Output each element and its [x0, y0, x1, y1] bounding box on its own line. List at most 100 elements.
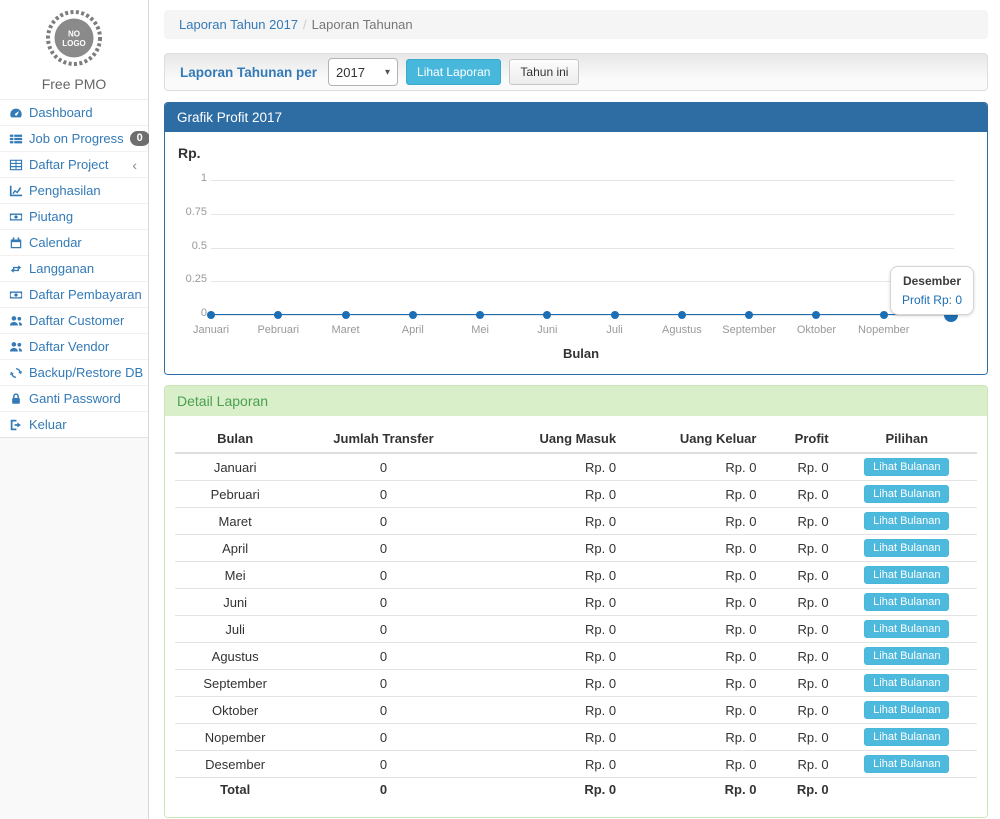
data-point-juli[interactable] [611, 311, 619, 319]
table-total-row: Total0Rp. 0Rp. 0Rp. 0 [175, 778, 977, 802]
table-cell: Rp. 0 [764, 643, 836, 670]
table-cell: Rp. 0 [472, 778, 624, 802]
refresh-icon [8, 365, 23, 380]
data-point-agustus[interactable] [678, 311, 686, 319]
column-header-profit: Profit [764, 425, 836, 453]
table-header-row: BulanJumlah TransferUang MasukUang Kelua… [175, 425, 977, 453]
sidebar-item-daftar-pembayaran[interactable]: Daftar Pembayaran [0, 282, 148, 308]
sidebar-item-calendar[interactable]: Calendar [0, 230, 148, 256]
data-point-oktober[interactable] [812, 311, 820, 319]
table-cell: Rp. 0 [472, 481, 624, 508]
table-cell: Rp. 0 [472, 562, 624, 589]
sidebar-item-keluar[interactable]: Keluar [0, 412, 148, 437]
table-cell: Rp. 0 [624, 589, 764, 616]
table-cell: Juni [175, 589, 295, 616]
lihat-bulanan-button[interactable]: Lihat Bulanan [864, 458, 949, 476]
table-cell: Rp. 0 [624, 562, 764, 589]
data-point-pebruari[interactable] [274, 311, 282, 319]
chart-tooltip-value: Profit Rp: 0 [902, 291, 962, 309]
lihat-bulanan-button[interactable]: Lihat Bulanan [864, 485, 949, 503]
y-axis-tick: 0.25 [165, 273, 207, 285]
table-cell: 0 [295, 453, 471, 481]
year-select-value: 2017 [336, 65, 365, 80]
sidebar-item-ganti-password[interactable]: Ganti Password [0, 386, 148, 412]
lihat-bulanan-button[interactable]: Lihat Bulanan [864, 512, 949, 530]
table-cell: Rp. 0 [624, 751, 764, 778]
breadcrumb-link-laporan-tahun[interactable]: Laporan Tahun 2017 [179, 17, 298, 32]
table-cell: Rp. 0 [472, 589, 624, 616]
table-row-maret: Maret0Rp. 0Rp. 0Rp. 0Lihat Bulanan [175, 508, 977, 535]
table-cell: Rp. 0 [624, 453, 764, 481]
sidebar-item-label: Piutang [29, 209, 73, 224]
data-point-maret[interactable] [342, 311, 350, 319]
lihat-bulanan-button[interactable]: Lihat Bulanan [864, 674, 949, 692]
sidebar-item-langganan[interactable]: Langganan [0, 256, 148, 282]
lihat-bulanan-button[interactable]: Lihat Bulanan [864, 539, 949, 557]
retweet-icon [8, 261, 23, 276]
lihat-bulanan-button[interactable]: Lihat Bulanan [864, 701, 949, 719]
sidebar-item-job-on-progress[interactable]: Job on Progress0 [0, 126, 148, 152]
gridline [211, 248, 954, 249]
lihat-laporan-button[interactable]: Lihat Laporan [406, 59, 501, 85]
table-cell: 0 [295, 751, 471, 778]
sidebar-item-label: Backup/Restore DB [29, 365, 143, 380]
table-cell: 0 [295, 670, 471, 697]
table-cell: Juli [175, 616, 295, 643]
column-header-uang-keluar: Uang Keluar [624, 425, 764, 453]
sidebar-item-label: Dashboard [29, 105, 93, 120]
table-cell: Rp. 0 [624, 778, 764, 802]
data-point-april[interactable] [409, 311, 417, 319]
table-cell: 0 [295, 697, 471, 724]
sidebar-item-label: Daftar Customer [29, 313, 124, 328]
calendar-icon [8, 235, 23, 250]
lihat-bulanan-button[interactable]: Lihat Bulanan [864, 620, 949, 638]
table-cell: Rp. 0 [764, 562, 836, 589]
svg-text:LOGO: LOGO [62, 39, 86, 48]
lihat-bulanan-button[interactable]: Lihat Bulanan [864, 566, 949, 584]
sidebar: NO LOGO Free PMO Dashboard Job on Progres… [0, 0, 149, 819]
sidebar-item-label: Daftar Project [29, 157, 108, 172]
data-point-september[interactable] [745, 311, 753, 319]
sidebar-item-daftar-project[interactable]: Daftar Project ‹ [0, 152, 148, 178]
sidebar-item-daftar-vendor[interactable]: Daftar Vendor [0, 334, 148, 360]
table-cell: Total [175, 778, 295, 802]
gridline [211, 315, 954, 316]
chart-x-axis-title: Bulan [211, 346, 951, 361]
table-cell: Rp. 0 [764, 616, 836, 643]
data-point-mei[interactable] [476, 311, 484, 319]
data-point-nopember[interactable] [880, 311, 888, 319]
lihat-bulanan-button[interactable]: Lihat Bulanan [864, 728, 949, 746]
sidebar-item-dashboard[interactable]: Dashboard [0, 100, 148, 126]
detail-panel: Detail Laporan BulanJumlah TransferUang … [164, 385, 988, 818]
table-cell: Rp. 0 [624, 616, 764, 643]
table-cell: Agustus [175, 643, 295, 670]
data-point-juni[interactable] [543, 311, 551, 319]
table-cell: Rp. 0 [472, 643, 624, 670]
chevron-left-icon: ‹ [132, 158, 140, 172]
tasks-icon [8, 131, 23, 146]
tahun-ini-button[interactable]: Tahun ini [509, 59, 579, 85]
lihat-bulanan-button[interactable]: Lihat Bulanan [864, 593, 949, 611]
table-row-desember: Desember0Rp. 0Rp. 0Rp. 0Lihat Bulanan [175, 751, 977, 778]
table-cell: Rp. 0 [472, 453, 624, 481]
data-point-januari[interactable] [207, 311, 215, 319]
sidebar-item-daftar-customer[interactable]: Daftar Customer [0, 308, 148, 334]
y-axis-tick: 0.5 [165, 240, 207, 252]
action-cell: Lihat Bulanan [837, 481, 977, 508]
table-cell: 0 [295, 535, 471, 562]
lock-icon [8, 391, 23, 406]
sidebar-item-piutang[interactable]: Piutang [0, 204, 148, 230]
no-logo-badge-icon: NO LOGO [44, 8, 104, 68]
sidebar-item-backup-restore-db[interactable]: Backup/Restore DB [0, 360, 148, 386]
year-select[interactable]: 2017 ▾ [328, 58, 398, 86]
svg-text:NO: NO [68, 30, 80, 39]
table-row-januari: Januari0Rp. 0Rp. 0Rp. 0Lihat Bulanan [175, 453, 977, 481]
logo: NO LOGO Free PMO [0, 0, 148, 99]
action-cell: Lihat Bulanan [837, 616, 977, 643]
sidebar-item-penghasilan[interactable]: Penghasilan [0, 178, 148, 204]
gridline [211, 214, 954, 215]
breadcrumb: Laporan Tahun 2017/Laporan Tahunan [164, 10, 988, 39]
table-row-april: April0Rp. 0Rp. 0Rp. 0Lihat Bulanan [175, 535, 977, 562]
lihat-bulanan-button[interactable]: Lihat Bulanan [864, 647, 949, 665]
lihat-bulanan-button[interactable]: Lihat Bulanan [864, 755, 949, 773]
